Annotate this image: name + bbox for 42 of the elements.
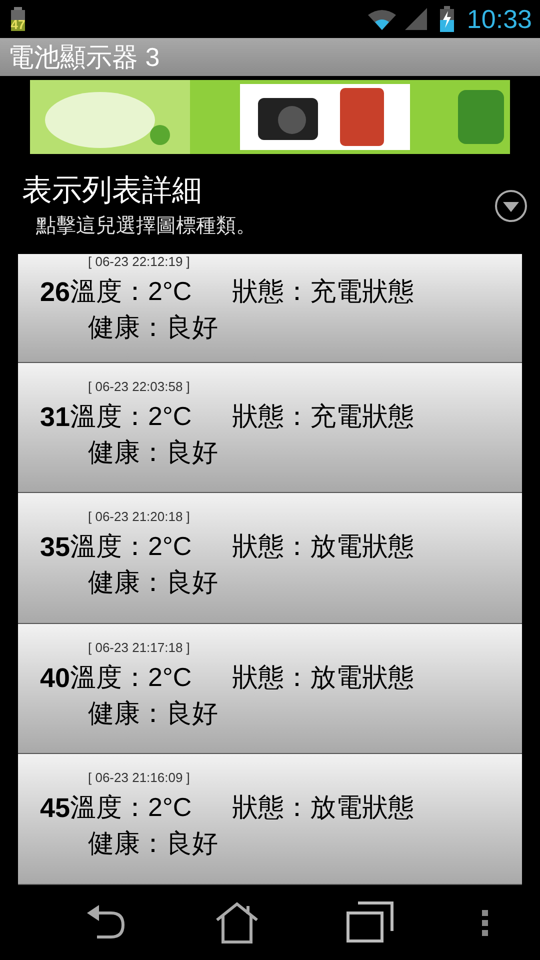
temperature-text: 溫度：2°C [70,400,193,433]
app-title: 電池顯示器 3 [8,44,160,70]
timestamp: [ 06-23 22:03:58 ] [88,378,190,394]
battery-level: 35 [38,534,70,562]
menu-icon[interactable] [480,908,489,936]
wifi-icon [366,8,397,30]
timestamp: [ 06-23 21:16:09 ] [88,770,190,786]
health-text: 健康：良好 [88,828,218,858]
list-row[interactable]: [ 06-23 22:03:58 ] 31溫度：2°C 狀態：充電狀態 健康：良好 [18,362,522,494]
temperature-text: 溫度：2°C [70,791,193,824]
battery-level: 45 [38,795,70,822]
health-text: 健康：良好 [88,436,218,467]
list-subtitle: 點擊這兒選擇圖標種類。 [36,214,257,239]
timestamp: [ 06-23 21:20:18 ] [88,509,190,524]
status-text: 狀態：放電狀態 [232,530,414,564]
health-text: 健康：良好 [88,698,218,728]
list-row[interactable]: [ 06-23 21:20:18 ] 35溫度：2°C 狀態：放電狀態 健康：良好 [18,493,522,624]
status-text: 狀態：放電狀態 [232,791,414,824]
recent-apps-icon[interactable] [346,900,394,944]
battery-level: 40 [38,664,70,692]
battery-percentage: 47 [10,18,26,31]
status-text: 狀態：充電狀態 [232,400,414,433]
clock: 10:33 [466,6,532,32]
status-text: 狀態：放電狀態 [232,660,414,694]
temperature-text: 溫度：2°C [70,660,193,694]
home-icon[interactable] [214,902,260,944]
temperature-text: 溫度：2°C [70,530,193,564]
signal-icon [404,8,427,30]
health-text: 健康：良好 [88,312,218,342]
timestamp: [ 06-23 22:12:19 ] [88,254,190,269]
list-title: 表示列表詳細 [22,173,203,209]
battery-level: 26 [38,279,70,306]
list-row[interactable]: [ 06-23 21:17:18 ] 40溫度：2°C 狀態：放電狀態 健康：良好 [18,624,522,754]
battery-icon [438,6,455,32]
timestamp: [ 06-23 21:17:18 ] [88,640,190,655]
battery-level: 31 [38,404,70,431]
list-row[interactable]: [ 06-23 21:16:09 ] 45溫度：2°C 狀態：放電狀態 健康：良好 [18,754,522,885]
temperature-text: 溫度：2°C [70,275,193,308]
dropdown-icon[interactable] [494,189,528,223]
health-text: 健康：良好 [88,567,218,598]
list-row[interactable]: [ 06-23 22:12:19 ] 26溫度：2°C 狀態：充電狀態 健康：良好 [18,254,522,363]
status-text: 狀態：充電狀態 [232,275,414,308]
